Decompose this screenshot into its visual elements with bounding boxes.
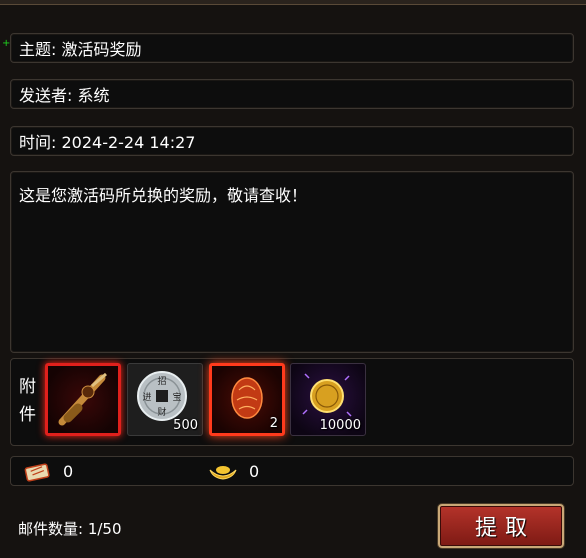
ingot-value: 0	[249, 462, 260, 481]
svg-text:招: 招	[157, 375, 166, 387]
claim-button[interactable]: 提取	[438, 504, 564, 548]
svg-text:宝: 宝	[172, 391, 181, 403]
attachments-label-bottom: 件	[19, 405, 36, 425]
attachment-qty: 2	[269, 416, 278, 431]
subject-field: 主题: 激活码奖励	[10, 33, 574, 63]
attachment-slot-weapon[interactable]	[45, 363, 121, 436]
top-border	[0, 0, 586, 5]
attachment-slot-egg[interactable]: 2	[209, 363, 285, 436]
attachment-qty: 500	[173, 418, 198, 433]
subject-text: 主题: 激活码奖励	[19, 40, 142, 59]
attachments-label: 附 件	[19, 373, 37, 429]
resource-bar: 0 0	[10, 456, 574, 486]
time-field: 时间: 2024-2-24 14:27	[10, 126, 574, 156]
attachment-qty: 10000	[319, 418, 361, 433]
mail-body-text: 这是您激活码所兑换的奖励，敬请查收！	[19, 186, 308, 205]
ticket-icon	[24, 463, 50, 482]
svg-text:进: 进	[142, 392, 151, 403]
attachments-panel: 附 件 招 财 进 宝 500 2 10000	[10, 358, 574, 446]
sender-text: 发送者: 系统	[19, 86, 110, 105]
ticket-value: 0	[63, 462, 74, 481]
sword-icon	[58, 372, 107, 426]
attachment-slot-gold-coin[interactable]: 10000	[290, 363, 366, 436]
mail-count: 邮件数量: 1/50	[18, 520, 122, 538]
attachments-label-top: 附	[19, 377, 36, 397]
mail-body[interactable]: 这是您激活码所兑换的奖励，敬请查收！	[10, 171, 574, 353]
sender-field: 发送者: 系统	[10, 79, 574, 109]
svg-text:财: 财	[157, 406, 166, 418]
attachment-slot-silver-coin[interactable]: 招 财 进 宝 500	[127, 363, 203, 436]
gold-ingot-icon	[209, 466, 237, 480]
time-text: 时间: 2024-2-24 14:27	[19, 133, 196, 152]
